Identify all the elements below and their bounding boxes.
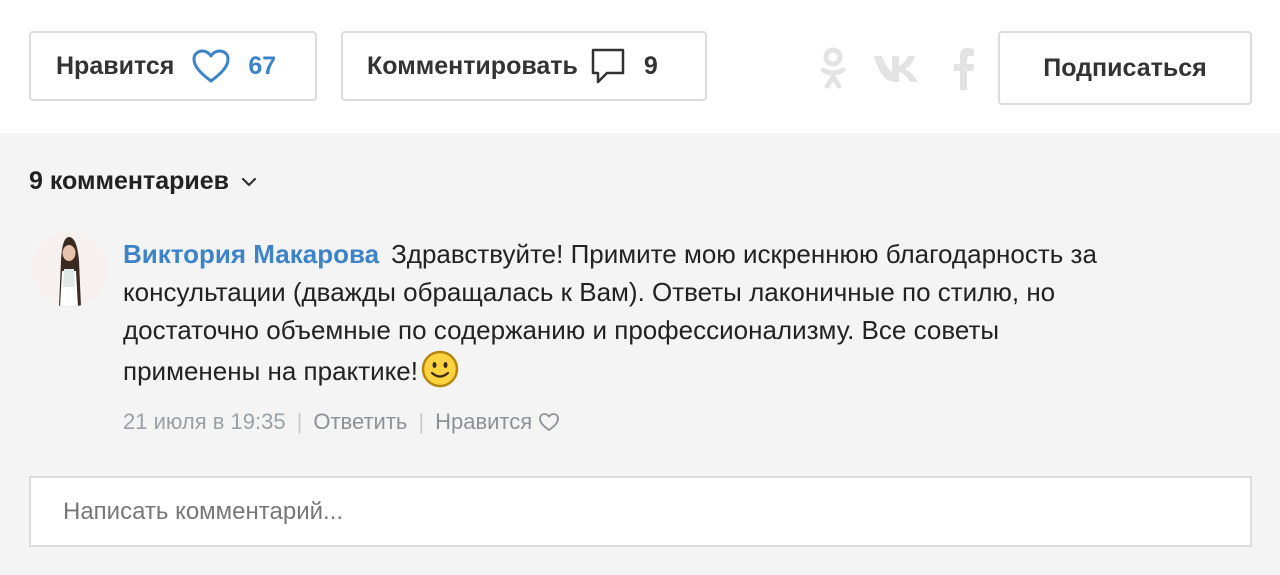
reply-link[interactable]: Ответить [313,409,407,435]
action-bar: Нравится 67 Комментировать 9 Подписаться [0,0,1280,133]
comment-input[interactable] [29,476,1252,547]
facebook-icon[interactable] [950,46,978,90]
smiley-emoji-icon [421,350,459,388]
comment-timestamp: 21 июля в 19:35 [123,409,286,434]
avatar[interactable] [31,231,107,307]
comment-button[interactable]: Комментировать 9 [341,31,707,101]
comments-count-heading: 9 комментариев [29,167,230,195]
user-photo-icon [31,231,107,307]
comment-item: Виктория Макарова Здравствуйте! Примите м… [123,235,1123,390]
subscribe-button[interactable]: Подписаться [998,31,1252,105]
subscribe-label: Подписаться [1043,53,1207,82]
comment-count: 9 [643,51,658,80]
odnoklassniki-icon[interactable] [816,46,850,90]
like-count: 67 [248,51,277,80]
divider: | [418,409,425,434]
heart-outline-icon[interactable] [538,412,560,432]
comment-label: Комментировать [367,51,578,80]
like-button[interactable]: Нравится 67 [29,31,317,101]
comment-author-link[interactable]: Виктория Макарова [123,239,379,269]
speech-bubble-icon [591,48,625,84]
divider: | [296,409,303,434]
comment-like-link[interactable]: Нравится [435,409,532,435]
heart-icon [192,49,230,83]
chevron-down-icon [241,177,257,186]
comments-toggle[interactable]: 9 комментариев [29,167,257,196]
comment-meta: 21 июля в 19:35 | Ответить | Нравится [123,409,560,435]
vk-icon[interactable] [872,52,928,84]
like-label: Нравится [56,51,175,80]
